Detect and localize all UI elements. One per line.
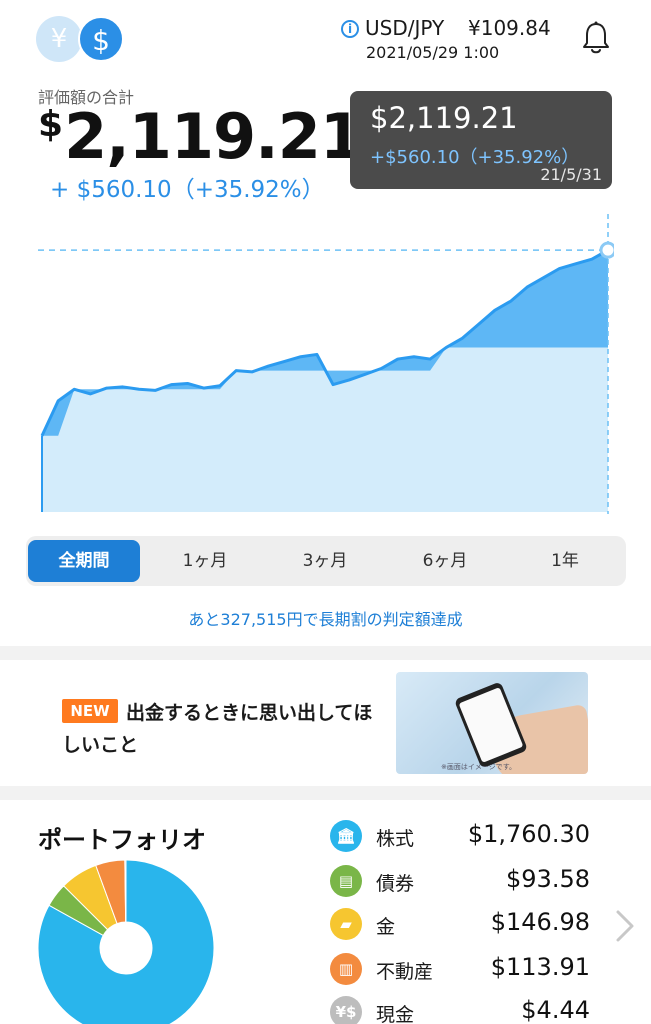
- portfolio-row-bonds[interactable]: ▤ 債券 $93.58: [330, 865, 590, 901]
- currency-symbol: $: [38, 104, 63, 145]
- phone-screen: [458, 687, 524, 763]
- tab-6-months[interactable]: 6ヶ月: [390, 540, 500, 582]
- fx-datetime: 2021/05/29 1:00: [366, 43, 500, 62]
- total-gain: + $560.10（+35.92%）: [50, 177, 325, 203]
- section-divider: [0, 786, 651, 800]
- fx-rate-value: ¥109.84: [468, 16, 551, 40]
- news-banner[interactable]: 出金するときに思い出してほしいこと NEW ※画面はイメージです。: [0, 660, 651, 786]
- long-term-discount-link[interactable]: あと327,515円で長期割の判定額達成: [0, 606, 651, 630]
- total-valuation-amount: $2,119.21: [38, 100, 363, 173]
- portfolio-row-cash[interactable]: ¥$ 現金 $4.44: [330, 996, 590, 1024]
- asset-name: 不動産: [376, 961, 434, 983]
- info-icon[interactable]: i: [341, 20, 359, 38]
- cash-icon: ¥$: [330, 996, 362, 1024]
- tab-1-year[interactable]: 1年: [510, 540, 620, 582]
- asset-value: $113.91: [490, 953, 590, 981]
- dollar-currency-icon[interactable]: $: [78, 16, 124, 62]
- tab-1-month[interactable]: 1ヶ月: [150, 540, 260, 582]
- asset-value: $146.98: [490, 908, 590, 936]
- valuation-chart[interactable]: [38, 208, 614, 514]
- gold-bar-icon: ▰: [330, 908, 362, 940]
- period-tabs: 全期間 1ヶ月 3ヶ月 6ヶ月 1年: [26, 536, 626, 586]
- asset-value: $93.58: [506, 865, 590, 893]
- bank-icon: 🏛: [330, 820, 362, 852]
- chart-tooltip: $2,119.21 +$560.10（+35.92%） 21/5/31: [350, 91, 612, 189]
- bell-icon[interactable]: [580, 20, 612, 56]
- asset-name: 金: [376, 916, 396, 938]
- chevron-right-icon[interactable]: [612, 908, 638, 944]
- new-badge: NEW: [62, 699, 118, 723]
- tab-all-period[interactable]: 全期間: [28, 540, 140, 582]
- data-point-marker: [599, 241, 614, 259]
- building-icon: ▥: [330, 953, 362, 985]
- asset-value: $4.44: [521, 996, 590, 1024]
- portfolio-row-stocks[interactable]: 🏛 株式 $1,760.30: [330, 820, 590, 856]
- bond-certificate-icon: ▤: [330, 865, 362, 897]
- asset-name: 現金: [376, 1004, 415, 1024]
- portfolio-row-real-estate[interactable]: ▥ 不動産 $113.91: [330, 953, 590, 989]
- asset-name: 債券: [376, 873, 415, 895]
- asset-value: $1,760.30: [467, 820, 590, 848]
- tooltip-date: 21/5/31: [540, 165, 602, 184]
- tab-3-months[interactable]: 3ヶ月: [270, 540, 380, 582]
- app-header: ¥ $ i USD/JPY ¥109.84 2021/05/29 1:00: [0, 0, 651, 80]
- tooltip-value: $2,119.21: [370, 101, 518, 135]
- fx-pair-label: USD/JPY: [365, 16, 445, 40]
- asset-name: 株式: [376, 828, 415, 850]
- amount-value: 2,119.21: [64, 100, 363, 173]
- section-divider: [0, 646, 651, 660]
- portfolio-title: ポートフォリオ: [38, 826, 206, 854]
- portfolio-row-gold[interactable]: ▰ 金 $146.98: [330, 908, 590, 944]
- banner-image: ※画面はイメージです。: [396, 672, 588, 774]
- image-note: ※画面はイメージです。: [440, 763, 516, 771]
- yen-currency-icon[interactable]: ¥: [36, 16, 82, 62]
- portfolio-donut-chart[interactable]: [36, 858, 216, 1024]
